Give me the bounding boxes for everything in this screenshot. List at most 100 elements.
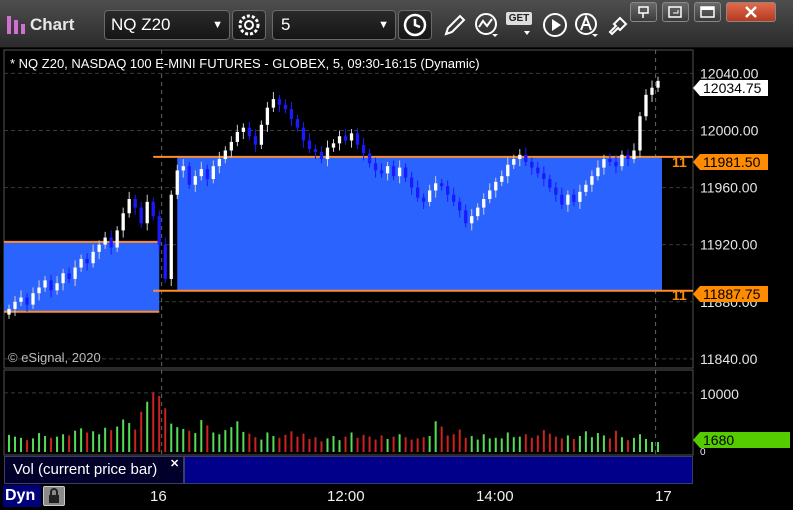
link-icon[interactable] [606,12,632,38]
volume-bar [14,436,17,452]
volume-bar [236,421,239,452]
candle-down [49,280,53,291]
time-template-button[interactable] [398,10,432,40]
volume-bar [608,438,611,452]
candle-down [307,140,312,150]
candle-down [560,194,564,205]
candle-down [85,258,89,264]
candle-down [421,197,426,202]
chevron-down-icon[interactable]: ▼ [378,11,389,39]
symbol-input[interactable]: NQ Z20 ▼ [104,10,230,40]
time-axis-label: 12:00 [327,488,365,505]
candle-up [229,141,233,151]
candle-up [145,201,149,224]
volume-bar [440,426,443,452]
candle-up [397,167,402,177]
candle-up [55,283,59,291]
volume-bar [476,439,479,452]
volume-bar [170,423,173,452]
volume-bar [614,430,617,452]
chevron-down-icon[interactable]: ▼ [212,11,223,39]
candle-down [151,201,155,217]
volume-bar [434,421,437,452]
candle-up [235,131,240,142]
window-title-text: Chart [30,15,75,34]
pencil-icon[interactable] [442,12,468,38]
interval-input[interactable]: 5 ▼ [272,10,396,40]
volume-bar [488,438,491,452]
current-session-band [177,156,662,291]
candle-up [488,190,492,200]
symbol-settings-button[interactable] [232,10,266,40]
clock-icon [403,13,427,37]
volume-study-label[interactable]: Vol (current price bar) [4,456,184,484]
lock-button[interactable] [43,486,65,506]
close-icon[interactable]: ✕ [170,457,179,470]
pin-window-button[interactable] [630,2,657,22]
maximize-window-button[interactable] [694,2,721,22]
candle-down [458,201,462,211]
volume-bar [26,440,29,452]
volume-pane[interactable] [3,369,694,456]
volume-bar [116,426,119,452]
volume-bar [626,440,629,452]
volume-bar [62,434,65,452]
candle-down [464,210,468,224]
volume-last-tag: 1680 [693,432,790,448]
volume-bar [584,431,587,452]
candle-down [626,154,630,160]
volume-bar [140,411,143,452]
volume-bar [308,438,311,452]
volume-bar [644,438,647,452]
volume-bar [68,435,71,452]
volume-bar [452,434,455,452]
volume-bar [128,423,131,452]
volume-bar [278,437,281,452]
time-axis[interactable]: 16 12:00 14:00 17 [0,485,793,510]
candle-up [7,308,11,315]
candle-up [434,183,438,191]
price-axis[interactable]: 12040.0012000.0011960.0011920.0011880.00… [700,65,759,366]
volume-bar [446,435,449,452]
candle-down [301,127,306,141]
candle-up [241,127,246,132]
level-high-tag: 11 11981.50 [672,154,768,170]
chart-app-icon [7,16,25,34]
restore-window-button[interactable] [662,2,689,22]
volume-bar [416,438,419,452]
get-data-button[interactable]: GET [506,12,536,38]
volume-bar [326,438,329,452]
candle-up [476,207,480,217]
volume-bar [194,433,197,452]
volume-bar [212,432,215,452]
volume-bar [104,427,107,452]
candle-up [91,251,95,264]
volume-bar [176,427,179,452]
volume-bar [284,434,287,452]
candle-up [199,169,203,177]
candle-up [31,293,35,305]
candle-down [608,159,612,162]
candle-up [169,194,173,279]
candle-down [379,170,384,174]
close-window-button[interactable] [726,2,776,22]
volume-bar [182,428,185,452]
volume-bar [596,433,599,452]
volume-bar [500,438,503,452]
price-chart[interactable]: 12040.0012000.0011960.0011920.0011880.00… [0,48,793,510]
dynamic-mode-button[interactable]: Dyn [3,485,41,507]
volume-bar [200,420,203,452]
volume-bar [8,434,10,452]
study-icon[interactable] [474,12,500,38]
candle-down [319,151,324,160]
play-icon[interactable] [542,12,568,38]
alert-icon[interactable] [574,12,600,38]
lock-icon [49,488,59,503]
volume-bar [92,431,95,452]
candle-up [13,301,17,309]
price-axis-label: 11920.00 [700,237,758,253]
volume-bar [362,434,365,452]
volume-bar [206,425,209,452]
volume-axis-zero: 0 [700,447,706,458]
candle-up [127,199,131,214]
